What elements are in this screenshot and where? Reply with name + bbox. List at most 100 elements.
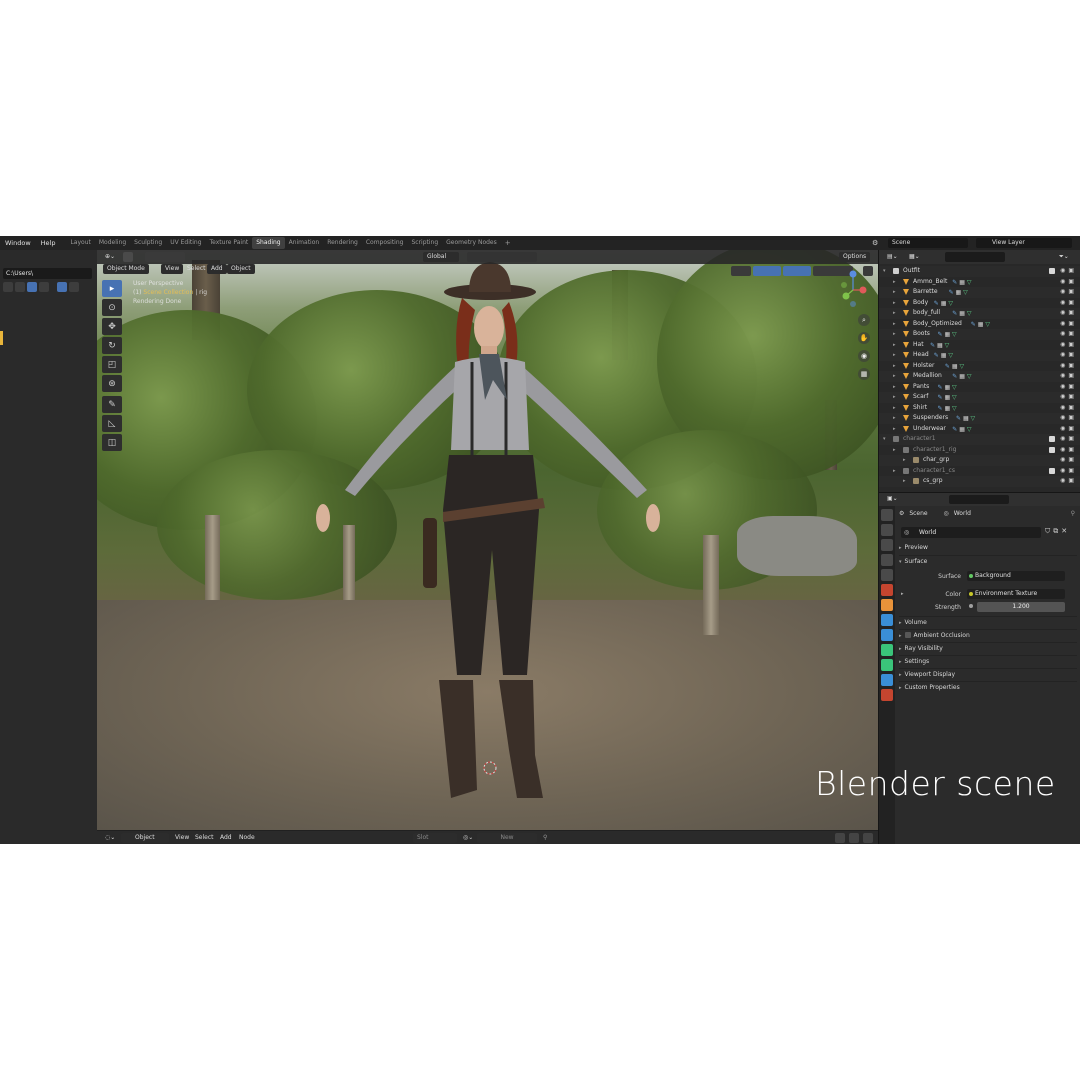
outliner-row[interactable]: ▸ Head ✎ ▦ ▽ ◉▣ [879, 350, 1080, 361]
scene-selector[interactable]: Scene [888, 238, 968, 248]
ao-checkbox[interactable] [904, 632, 911, 638]
outliner-row[interactable]: ▸ Scarf ✎ ▦ ▽ ◉▣ [879, 392, 1080, 403]
pin-icon[interactable]: ⚲ [1071, 506, 1075, 521]
panel-viewport-display[interactable]: ▸ Viewport Display [899, 668, 1077, 680]
exclude-checkbox[interactable] [1049, 268, 1055, 274]
color-field[interactable]: Environment Texture [967, 589, 1065, 599]
perspective-grid-icon[interactable]: ▦ [858, 368, 870, 380]
outliner-row[interactable]: ▸ Suspenders ✎ ▦ ▽ ◉▣ [879, 413, 1080, 424]
scene-tab-icon[interactable] [881, 569, 893, 581]
outliner-row[interactable]: ▸ char_grp ◉▣ [879, 455, 1080, 466]
panel-ambient-occlusion[interactable]: ▸ Ambient Occlusion [899, 629, 1077, 641]
transform-orientation[interactable]: Global [423, 252, 459, 262]
selection-mode-icons[interactable] [145, 252, 185, 262]
outliner-row[interactable]: ▸ Barrette ✎ ▦ ▽ ◉▣ [879, 287, 1080, 298]
visibility-icon[interactable]: ◉▣ [1060, 382, 1077, 393]
properties-search[interactable] [949, 495, 1009, 504]
outliner-row[interactable]: ▸ Underwear ✎ ▦ ▽ ◉▣ [879, 423, 1080, 434]
add-cube-tool-icon[interactable]: ◫ [102, 434, 122, 451]
add-workspace-button[interactable]: + [501, 239, 515, 247]
expand-arrow-icon[interactable]: ▸ [893, 361, 896, 372]
panel-custom-properties[interactable]: ▸ Custom Properties [899, 681, 1077, 693]
visibility-icon[interactable]: ◉▣ [1060, 476, 1077, 487]
panel-preview[interactable]: ▸ Preview [899, 542, 1077, 554]
tab-compositing[interactable]: Compositing [362, 237, 408, 249]
visibility-icon[interactable]: ◉▣ [1060, 277, 1077, 288]
snapping-controls[interactable] [467, 252, 537, 262]
outliner-row[interactable]: ▸ Pants ✎ ▦ ▽ ◉▣ [879, 381, 1080, 393]
menu-object[interactable]: Object [227, 264, 255, 274]
expand-arrow-icon[interactable]: ▸ [893, 319, 896, 330]
measure-tool-icon[interactable]: ◺ [102, 415, 122, 432]
tab-layout[interactable]: Layout [66, 237, 94, 249]
annotate-tool-icon[interactable]: ✎ [102, 396, 122, 413]
tab-sculpting[interactable]: Sculpting [130, 237, 166, 249]
outliner-row[interactable]: ▸ Shirt ✎ ▦ ▽ ◉▣ [879, 402, 1080, 414]
visibility-icon[interactable]: ◉▣ [1060, 392, 1077, 403]
exclude-checkbox[interactable] [1049, 446, 1055, 453]
visibility-icon[interactable]: ◉▣ [1060, 434, 1077, 445]
expand-arrow-icon[interactable]: ▸ [903, 476, 906, 487]
outliner-row[interactable]: ▸ Hat ✎ ▦ ▽ ◉▣ [879, 339, 1080, 351]
snap-icon[interactable] [849, 833, 859, 843]
visibility-icon[interactable]: ◉▣ [1060, 466, 1077, 477]
tab-geometry-nodes[interactable]: Geometry Nodes [442, 237, 501, 249]
expand-arrow-icon[interactable]: ▸ [893, 445, 896, 456]
exclude-checkbox[interactable] [1049, 436, 1055, 442]
visibility-icon[interactable]: ◉▣ [1060, 403, 1077, 414]
texture-tab-icon[interactable] [881, 689, 893, 701]
constraints-tab-icon[interactable] [881, 659, 893, 671]
tab-scripting[interactable]: Scripting [407, 237, 442, 249]
thumbnail-view-icon[interactable] [27, 282, 37, 292]
menu-help[interactable]: Help [36, 239, 61, 247]
menu-select[interactable]: Select [191, 833, 218, 843]
tab-modeling[interactable]: Modeling [95, 237, 130, 249]
outliner-row[interactable]: ▸ Body_Optimized ✎ ▦ ▽ ◉▣ [879, 318, 1080, 330]
visibility-icon[interactable]: ◉▣ [1060, 329, 1077, 340]
data-tab-icon[interactable] [881, 674, 893, 686]
filter-icon[interactable] [57, 282, 67, 292]
tab-texture-paint[interactable]: Texture Paint [206, 237, 253, 249]
filter-dropdown-icon[interactable] [69, 282, 79, 292]
expand-arrow-icon[interactable]: ▸ [893, 287, 896, 298]
menu-view[interactable]: View [161, 264, 184, 274]
strength-slider[interactable]: 1.200 [977, 602, 1065, 612]
expand-arrow-icon[interactable]: ▸ [893, 350, 896, 361]
zoom-icon[interactable]: ⌕ [858, 314, 870, 326]
tab-uv-editing[interactable]: UV Editing [166, 237, 205, 249]
mode-selector[interactable]: Object Mode [103, 264, 149, 274]
overlay-toggle-icon[interactable] [783, 266, 811, 276]
visibility-icon[interactable]: ◉▣ [1060, 340, 1077, 351]
outliner-row[interactable]: ▸ Body ✎ ▦ ▽ ◉▣ [879, 297, 1080, 309]
menu-node[interactable]: Node [235, 833, 259, 843]
outliner-row[interactable]: ▸ Boots ✎ ▦ ▽ ◉▣ [879, 329, 1080, 340]
expand-arrow-icon[interactable]: ▸ [893, 298, 896, 309]
slot-selector[interactable]: Slot [413, 833, 457, 843]
tool-tab-icon[interactable] [881, 509, 893, 521]
scale-tool-icon[interactable]: ◰ [102, 356, 122, 373]
visibility-icon[interactable]: ◉▣ [1060, 287, 1077, 298]
3d-viewport[interactable]: ⊕⌄ Global Options Object Mode View Selec… [97, 250, 878, 830]
display-mode-icon[interactable]: ▦⌄ [905, 252, 924, 262]
panel-settings[interactable]: ▸ Settings [899, 655, 1077, 667]
world-actions[interactable]: ⛉⧉✕ [1045, 527, 1070, 536]
transform-tool-icon[interactable]: ⊛ [102, 375, 122, 392]
editor-type-icon[interactable]: ◌⌄ [101, 833, 119, 843]
modifier-tab-icon[interactable] [881, 614, 893, 626]
menu-window[interactable]: Window [0, 239, 36, 247]
expand-arrow-icon[interactable]: ▸ [893, 340, 896, 351]
rotate-tool-icon[interactable]: ↻ [102, 337, 122, 354]
node-mode-selector[interactable]: Object [121, 833, 169, 843]
overlay-icon[interactable] [863, 833, 873, 843]
select-box-icon[interactable] [123, 252, 133, 262]
expand-arrow-icon[interactable]: ▸ [893, 371, 896, 382]
tab-rendering[interactable]: Rendering [323, 237, 362, 249]
visibility-icon[interactable]: ◉▣ [1060, 361, 1077, 372]
pin-icon[interactable]: ⚲ [539, 833, 551, 843]
outliner-row[interactable]: ▾ character1 ◉▣ [879, 434, 1080, 445]
visibility-icon[interactable]: ◉▣ [1060, 298, 1077, 309]
context-world[interactable]: World [954, 510, 971, 517]
camera-view-icon[interactable]: ◉ [858, 350, 870, 362]
move-tool-icon[interactable]: ✥ [102, 318, 122, 335]
tab-animation[interactable]: Animation [285, 237, 324, 249]
